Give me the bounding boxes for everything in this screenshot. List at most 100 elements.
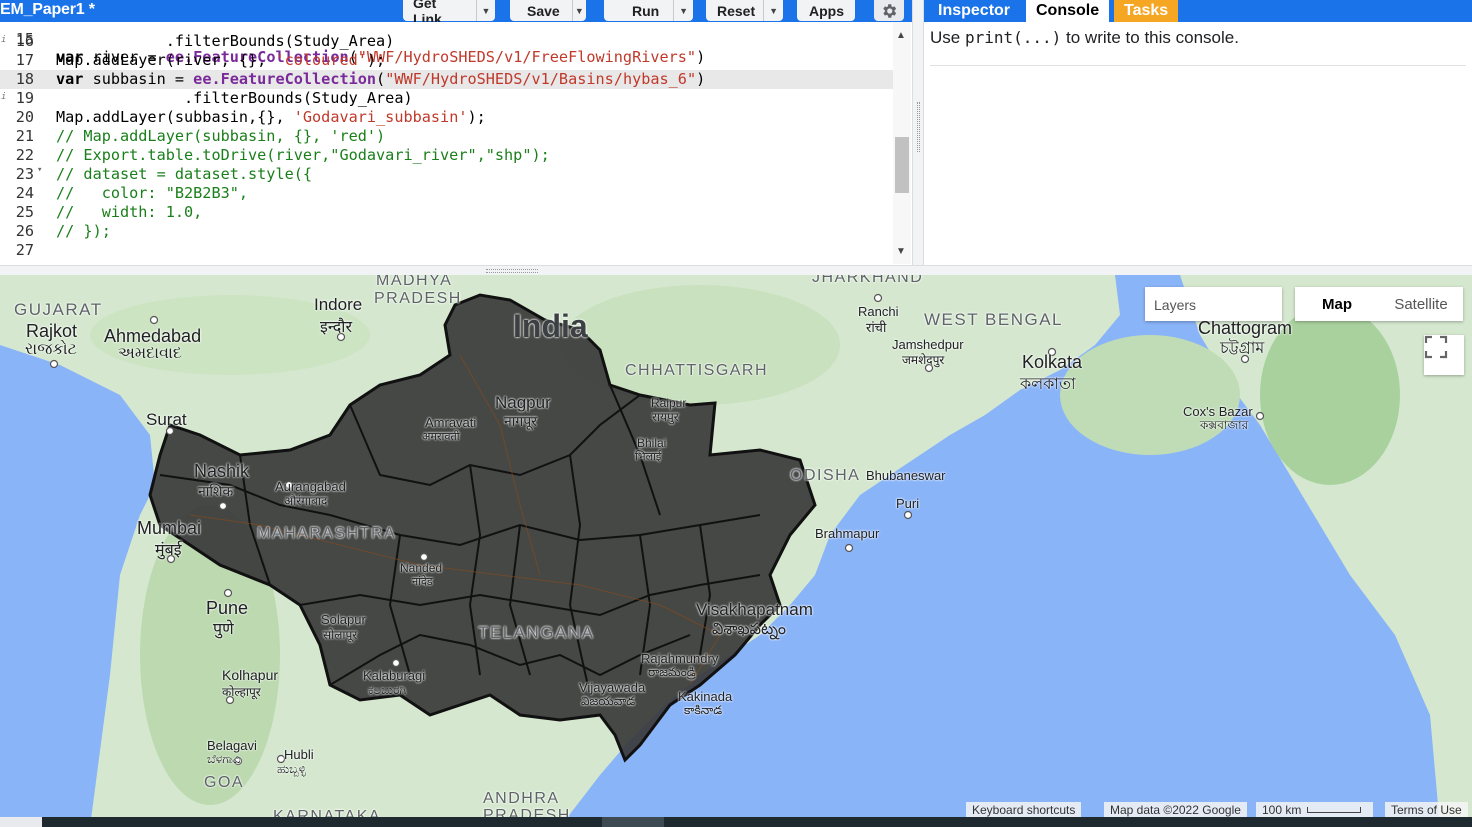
code-line[interactable]: 25 // width: 1.0, — [0, 203, 893, 222]
top-toolbar: EM_Paper1 * Get Link ▼ Save ▼ Run ▼ Rese… — [0, 0, 920, 27]
scroll-down-icon[interactable]: ▼ — [896, 246, 906, 257]
place-label-pradesh1: PRADESH — [374, 290, 462, 307]
get-link-button[interactable]: Get Link ▼ — [403, 0, 495, 27]
terms-of-use-link[interactable]: Terms of Use — [1385, 802, 1468, 817]
gear-icon[interactable] — [874, 0, 904, 21]
place-label-solapur: Solapur — [321, 612, 366, 627]
console-hint-suffix: to write to this console. — [1061, 28, 1239, 47]
splitter-grip-icon[interactable] — [486, 269, 538, 273]
reset-label: Reset — [717, 2, 756, 19]
code-line[interactable]: 22 // Export.table.toDrive(river,"Godavar… — [0, 146, 893, 165]
map-data-attribution: Map data ©2022 Google — [1104, 802, 1247, 817]
right-panel-tabs: Inspector Console Tasks — [924, 0, 1472, 22]
reset-dropdown-icon[interactable]: ▼ — [763, 0, 783, 21]
code-line[interactable]: i 16 .filterBounds(Study_Area) — [0, 32, 893, 51]
tab-tasks[interactable]: Tasks — [1114, 0, 1179, 22]
get-link-dropdown-icon[interactable]: ▼ — [476, 0, 495, 21]
fold-arrow-icon[interactable]: ▾ — [37, 165, 42, 175]
run-label: Run — [632, 2, 660, 19]
fullscreen-icon[interactable] — [1424, 335, 1464, 375]
code-line[interactable]: 17 Map.addLayer(river, {}, 'coloured'); — [0, 51, 893, 70]
place-label-kalaburagi2: ಕಲಬುರಗಿ — [368, 683, 407, 697]
place-label-ranchi: Ranchi — [858, 304, 899, 319]
place-label-jamshedpur: Jamshedpur — [892, 337, 964, 352]
place-label-raipur2: रायपुर — [652, 410, 679, 424]
place-label-kolhapur: Kolhapur — [222, 667, 279, 683]
map-canvas[interactable]: GUJARAT MADHYA PRADESH JHARKHAND Indore इन्दौ… — [0, 275, 1472, 827]
line-number: 20 — [15, 108, 34, 126]
layers-button[interactable]: Layers — [1145, 287, 1282, 321]
run-dropdown-icon[interactable]: ▼ — [673, 0, 693, 21]
place-label-nanded2: नांदेड — [412, 576, 433, 588]
taskbar-button[interactable] — [0, 817, 42, 827]
scrollbar-thumb[interactable] — [895, 137, 909, 193]
code-text: Map.addLayer(subbasin,{}, 'Godavari_subb… — [56, 108, 486, 126]
scale-label: 100 km — [1262, 802, 1302, 817]
code-text: // color: "B2B2B3", — [56, 184, 249, 202]
code-line[interactable]: 18 var subbasin = ee.FeatureCollection("W… — [0, 70, 893, 89]
place-label-goa: GOA — [204, 774, 245, 791]
script-title[interactable]: EM_Paper1 * — [0, 1, 95, 19]
place-label-rajkot: Rajkot — [26, 321, 78, 341]
splitter-grip-icon[interactable] — [917, 102, 920, 152]
save-dropdown-icon[interactable]: ▼ — [571, 0, 586, 21]
line-number: 24 — [15, 184, 34, 202]
place-label-andhra: ANDHRA — [483, 790, 560, 807]
tab-console[interactable]: Console — [1026, 0, 1110, 22]
place-label-rajahmundry2: రాజమండ్రి — [648, 665, 696, 679]
scroll-up-icon[interactable]: ▲ — [896, 30, 906, 41]
line-number: 27 — [15, 241, 34, 259]
code-text: // Export.table.toDrive(river,"Godavari_… — [56, 146, 550, 164]
code-text: Map.addLayer(river, {}, 'coloured'); — [56, 51, 386, 69]
code-line[interactable]: 27 — [0, 241, 893, 260]
place-label-pune: Pune — [206, 598, 249, 618]
taskbar-button[interactable] — [602, 817, 664, 827]
scale-bar-line — [1307, 806, 1362, 813]
place-label-bhilai: Bhilai — [637, 436, 667, 450]
code-text: // dataset = dataset.style({ — [56, 165, 313, 183]
place-label-ranchi2: रांची — [866, 320, 887, 335]
place-label-odisha: ODISHA — [790, 467, 861, 484]
code-line[interactable]: 21 // Map.addLayer(subbasin, {}, 'red') — [0, 127, 893, 146]
save-button[interactable]: Save ▼ — [510, 0, 586, 21]
place-label-westbengal: WEST BENGAL — [924, 310, 1063, 329]
horizontal-splitter[interactable] — [0, 265, 1472, 275]
code-line[interactable]: 15 var river = ee.FeatureCollection("WWF… — [0, 22, 893, 66]
place-label-aurangabad2: औरंगाबाद — [284, 494, 328, 508]
apps-button[interactable]: Apps — [797, 0, 855, 21]
place-label-kakinada2: కాకినాడ — [684, 703, 723, 717]
line-number: 22 — [15, 146, 34, 164]
code-line[interactable]: 24 // color: "B2B2B3", — [0, 184, 893, 203]
place-label-pune2: पुणे — [213, 621, 234, 638]
place-label-nashik: Nashik — [194, 461, 250, 481]
place-label-surat: Surat — [146, 410, 187, 429]
place-label-visakhapatnam2: విశాఖపట్నం — [712, 621, 787, 638]
line-number: 26 — [15, 222, 34, 240]
place-label-belagavi: Belagavi — [207, 738, 257, 753]
code-editor[interactable]: 15 var river = ee.FeatureCollection("WWF… — [0, 22, 912, 264]
place-label-rajkot2: રાજકોટ — [25, 341, 77, 358]
code-text: .filterBounds(Study_Area) — [56, 32, 395, 50]
code-line[interactable]: 26 // }); — [0, 222, 893, 241]
tab-inspector[interactable]: Inspector — [928, 0, 1020, 22]
place-label-jamshedpur2: जमशेदपुर — [902, 353, 945, 367]
scale-bar[interactable]: 100 km — [1256, 802, 1373, 817]
console-hint-prefix: Use — [930, 28, 965, 47]
vertical-splitter[interactable] — [912, 0, 924, 265]
code-line[interactable]: ▾ 23 // dataset = dataset.style({ — [0, 165, 893, 184]
keyboard-shortcuts-link[interactable]: Keyboard shortcuts — [966, 802, 1082, 817]
reset-button[interactable]: Reset ▼ — [706, 0, 783, 21]
editor-scrollbar[interactable]: ▲ ▼ — [893, 22, 911, 264]
code-line[interactable]: 20 Map.addLayer(subbasin,{}, 'Godavari_su… — [0, 108, 893, 127]
place-label-nashik2: नाशिक — [198, 483, 234, 499]
line-number: 23 — [15, 165, 34, 183]
map-type-map-button[interactable]: Map — [1295, 287, 1379, 321]
map-type-satellite-button[interactable]: Satellite — [1379, 287, 1463, 321]
place-label-hubli: Hubli — [284, 747, 314, 762]
place-label-ahmedabad2: અમદાવાદ — [118, 345, 182, 362]
code-line[interactable]: i 19 .filterBounds(Study_Area) — [0, 89, 893, 108]
run-button[interactable]: Run ▼ — [604, 0, 693, 21]
code-text: // }); — [56, 222, 111, 240]
code-text: .filterBounds(Study_Area) — [56, 89, 413, 107]
place-label-rajahmundry: Rajahmundry — [641, 651, 719, 666]
